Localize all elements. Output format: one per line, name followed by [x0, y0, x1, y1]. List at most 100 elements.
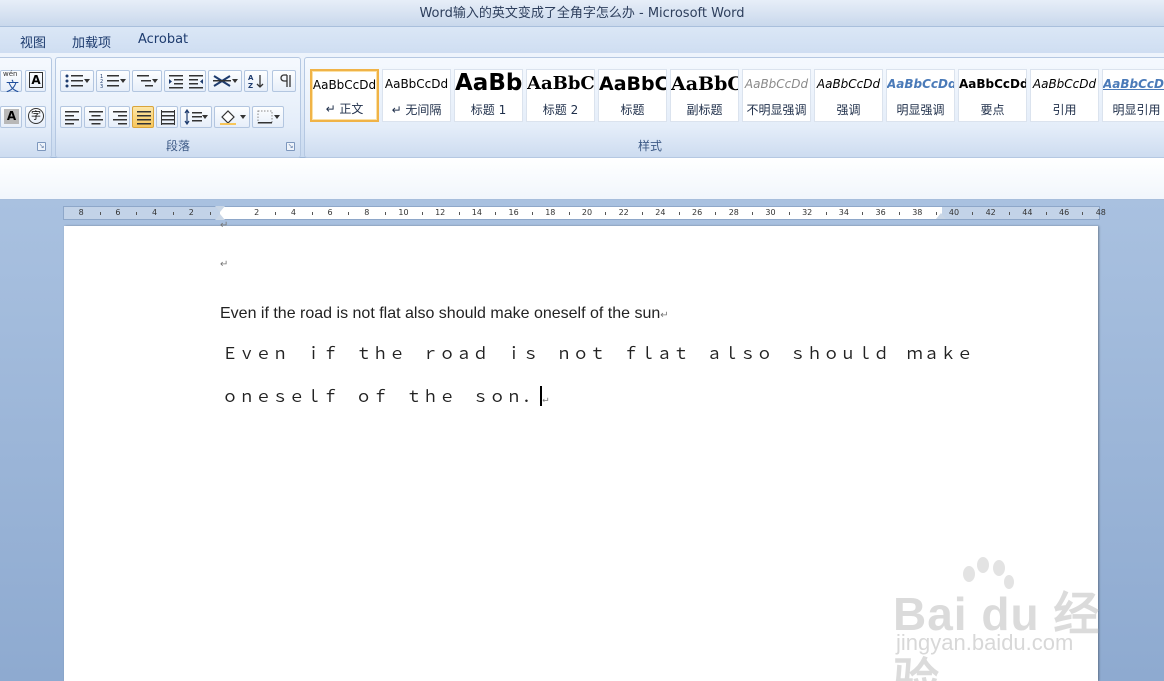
style-sample: AaBbCcDd	[1032, 77, 1097, 91]
halfwidth-text-line[interactable]: Even if the road is not flat also should…	[220, 305, 669, 323]
ribbon: wén 文 A A 字 ↘ 123 A Z 段落 ↘ AaBbCcDd ↵ 正文…	[0, 53, 1164, 158]
style-title[interactable]: AaBbC 标题	[598, 69, 667, 122]
ruler-left-margin	[64, 207, 220, 219]
enclose-char-button[interactable]: 字	[25, 106, 46, 128]
style-sample: AaBbC	[599, 73, 666, 95]
align-center-button[interactable]	[84, 106, 106, 128]
ruler-minor-tick	[458, 212, 460, 215]
right-indent-marker[interactable]	[936, 213, 946, 219]
ruler-label: 6	[327, 208, 333, 217]
style-intense-quote[interactable]: AaBbCcDd 明显引用	[1102, 69, 1164, 122]
first-line-indent-marker[interactable]	[215, 206, 225, 212]
align-left-button[interactable]	[60, 106, 82, 128]
indent-buttons[interactable]	[164, 70, 206, 92]
ruler-label: 20	[581, 208, 593, 217]
fullwidth-text-line-2[interactable]: ｏｎｅｓｅｌｆ ｏｆ ｔｈｅ ｓｏｎ． ↵	[222, 383, 549, 407]
ruler-minor-tick	[275, 212, 277, 215]
watermark-url: jingyan.baidu.com	[896, 630, 1074, 655]
ruler-label: 40	[948, 208, 960, 217]
style-normal[interactable]: AaBbCcDd ↵ 正文	[310, 69, 379, 122]
svg-text:Z: Z	[248, 82, 253, 89]
style-emphasis[interactable]: AaBbCcDd 强调	[814, 69, 883, 122]
ruler-minor-tick	[642, 212, 644, 215]
ruler-label: 44	[1022, 208, 1033, 217]
ribbon-gap	[0, 158, 1164, 200]
phonetic-guide-button[interactable]: wén 文	[0, 70, 22, 95]
paragraph-group-label: 段落	[165, 139, 190, 153]
paragraph-dialog-launcher[interactable]: ↘	[286, 142, 295, 151]
ruler-label: 4	[152, 208, 158, 217]
align-left-icon	[65, 111, 79, 125]
ruler-label: 16	[508, 208, 519, 217]
style-subtitle[interactable]: AaBbC 副标题	[670, 69, 739, 122]
fullwidth-text-line-1[interactable]: Ｅｖｅｎ ｉｆ ｔｈｅ ｒｏａｄ ｉｓ ｎｏｔ ｆｌａｔ ａｌｓｏ ｓｈｏｕｌｄ…	[222, 340, 974, 364]
ruler-label: 14	[471, 208, 482, 217]
align-right-icon	[113, 111, 127, 125]
numbering-button[interactable]: 123	[96, 70, 130, 92]
distributed-button[interactable]	[156, 106, 178, 128]
borders-dropdown-icon	[274, 115, 280, 119]
style-name: 不明显强调	[746, 103, 807, 117]
indent-icon	[169, 75, 203, 89]
shading-button[interactable]	[214, 106, 250, 128]
ruler-minor-tick	[348, 212, 350, 215]
styles-group: AaBbCcDd ↵ 正文 AaBbCcDd ↵ 无间隔 AaBb 标题 1 A…	[304, 57, 1164, 158]
char-border-button[interactable]: A	[25, 70, 46, 92]
ruler-minor-tick	[898, 212, 900, 215]
ruler-label: 34	[838, 208, 849, 217]
style-name: 强调	[836, 103, 861, 117]
style-name: 明显引用	[1112, 103, 1161, 117]
paragraph-mark-icon	[280, 74, 291, 87]
svg-text:A: A	[248, 74, 254, 82]
ruler-minor-tick	[972, 212, 974, 215]
multilevel-list-button[interactable]	[132, 70, 162, 92]
paragraph-group: 123 AZ 段落 ↘	[55, 57, 301, 158]
style-name: 标题	[620, 103, 645, 117]
window-title: Word输入的英文变成了全角字怎么办 - Microsoft Word	[419, 6, 745, 21]
numbering-dropdown-icon	[120, 79, 126, 83]
justify-button[interactable]	[132, 106, 154, 128]
chinese-layout-icon	[213, 75, 231, 87]
show-marks-button[interactable]	[272, 70, 296, 92]
chinese-layout-button[interactable]	[208, 70, 242, 92]
line-spacing-button[interactable]	[180, 106, 212, 128]
ruler-label: 2	[188, 208, 194, 217]
style-sample: AaBbC	[527, 73, 594, 94]
style-heading-2[interactable]: AaBbC 标题 2	[526, 69, 595, 122]
ruler-minor-tick	[495, 212, 497, 215]
paragraph-mark: ↵	[660, 310, 669, 321]
paint-bucket-icon	[220, 110, 236, 125]
tab-view[interactable]: 视图	[20, 32, 46, 51]
ruler-label: 6	[115, 208, 121, 217]
tab-addins[interactable]: 加载项	[72, 32, 111, 51]
style-subtle-emphasis[interactable]: AaBbCcDd 不明显强调	[742, 69, 811, 122]
bullets-button[interactable]	[60, 70, 94, 92]
style-heading-1[interactable]: AaBb 标题 1	[454, 69, 523, 122]
style-strong[interactable]: AaBbCcDd 要点	[958, 69, 1027, 122]
char-shading-icon: A	[4, 109, 19, 124]
ruler-minor-tick	[1009, 212, 1011, 215]
ruler-label: 18	[545, 208, 556, 217]
ruler-minor-tick	[752, 212, 754, 215]
horizontal-ruler[interactable]: 8 6 4 2 2 4 6 8 10 12 14 16 18 20 22 24 26 28 30 32 34 36 38 40…	[63, 206, 1106, 220]
style-name: 副标题	[686, 103, 723, 117]
font-dialog-launcher[interactable]: ↘	[37, 142, 46, 151]
ruler-label: 12	[435, 208, 446, 217]
tab-acrobat[interactable]: Acrobat	[138, 32, 188, 47]
ruler-minor-tick	[172, 212, 174, 215]
fullwidth-text-1: Ｅｖｅｎ ｉｆ ｔｈｅ ｒｏａｄ ｉｓ ｎｏｔ ｆｌａｔ ａｌｓｏ ｓｈｏｕｌｄ…	[222, 344, 974, 363]
style-sample: AaBbCcDd	[312, 78, 377, 92]
ruler-minor-tick	[136, 212, 138, 215]
ruler-label: 46	[1059, 208, 1070, 217]
style-no-spacing[interactable]: AaBbCcDd ↵ 无间隔	[382, 69, 451, 122]
ribbon-tabs: 视图 加载项 Acrobat	[0, 27, 1164, 53]
char-shading-button[interactable]: A	[0, 106, 22, 128]
ruler-label: 48	[1095, 208, 1106, 217]
borders-button[interactable]	[252, 106, 284, 128]
style-quote[interactable]: AaBbCcDd 引用	[1030, 69, 1099, 122]
ruler-label: 8	[78, 208, 84, 217]
align-right-button[interactable]	[108, 106, 130, 128]
sort-button[interactable]: AZ	[244, 70, 268, 92]
phonetic-guide-char: 文	[6, 80, 20, 95]
style-intense-emphasis[interactable]: AaBbCcDd 明显强调	[886, 69, 955, 122]
